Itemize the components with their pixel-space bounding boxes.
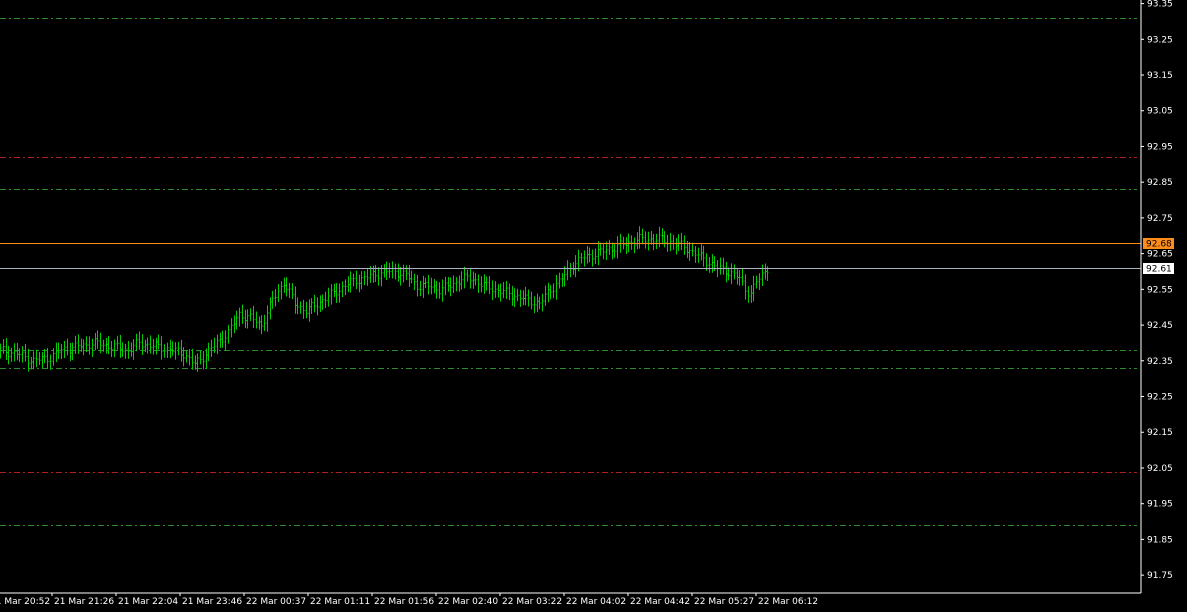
- y-tick-label-3: 93.15: [1147, 71, 1173, 81]
- ask-price-tag-text: 92.68: [1146, 240, 1172, 250]
- y-tick-label-4: 93.05: [1147, 107, 1173, 117]
- bid-price-tag: 92.61: [1143, 263, 1174, 275]
- x-tick-label-11: 22 Mar 04:42: [630, 597, 690, 607]
- x-tick-label-7: 22 Mar 01:56: [374, 597, 434, 607]
- x-tick-label-13: 22 Mar 06:12: [758, 597, 818, 607]
- y-tick-label-2: 93.25: [1147, 35, 1173, 45]
- ask-price-tag: 92.68: [1143, 238, 1174, 250]
- y-tick-label-8: 92.65: [1147, 250, 1173, 260]
- bid-price-tag-text: 92.61: [1146, 265, 1172, 275]
- y-tick-label-17: 91.75: [1147, 571, 1173, 581]
- x-tick-label-12: 22 Mar 05:27: [694, 597, 754, 607]
- y-tick-label-7: 92.75: [1147, 214, 1173, 224]
- y-tick-label-5: 92.95: [1147, 142, 1173, 152]
- x-tick-label-2: 21 Mar 21:26: [54, 597, 114, 607]
- price-chart[interactable]: 93.35 93.25 93.15 93.05 92.95 92.85 92.75 92.65…: [0, 0, 1187, 612]
- x-tick-label-5: 22 Mar 00:37: [246, 597, 306, 607]
- y-tick-label-10: 92.45: [1147, 321, 1173, 331]
- y-tick-label-13: 92.15: [1147, 428, 1173, 438]
- x-tick-label-8: 22 Mar 02:40: [438, 597, 498, 607]
- y-tick-label-16: 91.85: [1147, 535, 1173, 545]
- x-tick-label-3: 21 Mar 22:04: [118, 597, 178, 607]
- y-tick-label-9: 92.55: [1147, 285, 1173, 295]
- chart-background: [0, 0, 1187, 612]
- x-tick-label-6: 22 Mar 01:11: [310, 597, 370, 607]
- x-tick-label-9: 22 Mar 03:22: [502, 597, 562, 607]
- y-tick-label-14: 92.05: [1147, 464, 1173, 474]
- x-tick-label-10: 22 Mar 04:02: [566, 597, 626, 607]
- y-tick-label-6: 92.85: [1147, 178, 1173, 188]
- x-tick-label-4: 21 Mar 23:46: [182, 597, 242, 607]
- y-tick-label-11: 92.35: [1147, 357, 1173, 367]
- y-tick-label-12: 92.25: [1147, 393, 1173, 403]
- y-tick-label-1: 93.35: [1147, 0, 1173, 10]
- x-tick-label-1: 21 Mar 20:52: [0, 597, 50, 607]
- y-tick-label-15: 91.95: [1147, 500, 1173, 510]
